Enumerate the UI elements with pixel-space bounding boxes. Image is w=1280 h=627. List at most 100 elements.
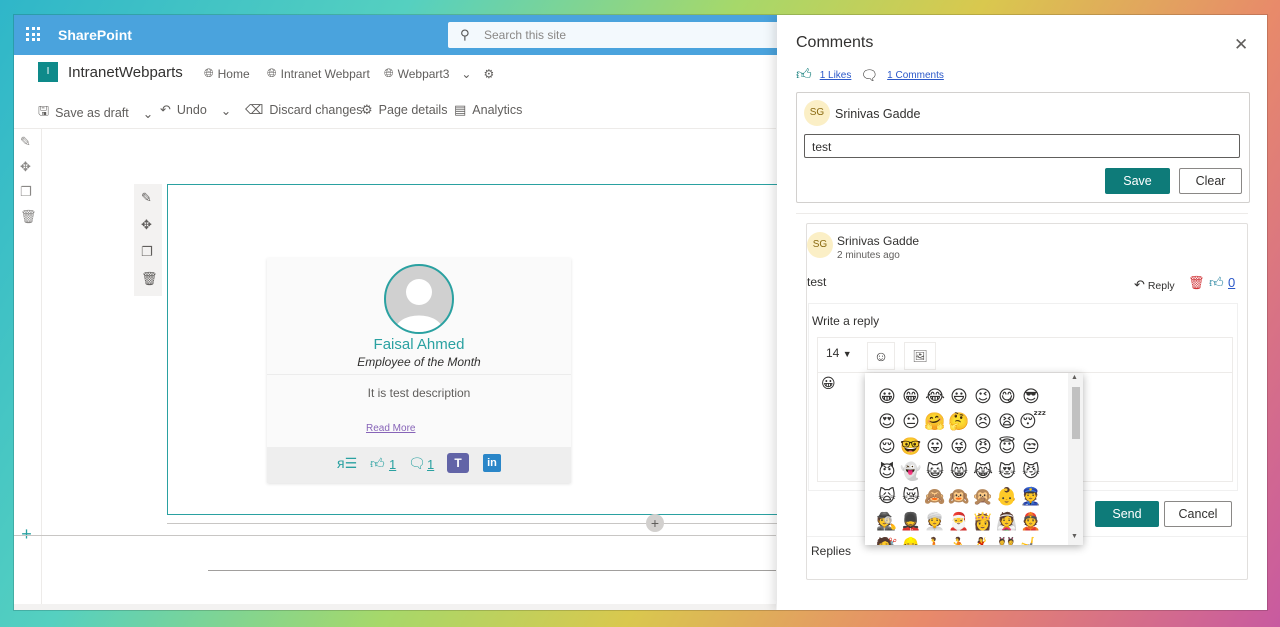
emoji-option[interactable]: 👳 <box>923 510 947 533</box>
edit-webpart-icon[interactable]: ✎ <box>141 190 152 206</box>
people-list-icon[interactable]: ᴙ☰ <box>337 455 357 472</box>
emoji-option[interactable]: 🙉 <box>947 485 971 508</box>
page-details-button[interactable]: ⚙ Page details <box>361 102 447 118</box>
send-button[interactable]: Send <box>1095 501 1159 527</box>
likes-link[interactable]: 1 Likes <box>820 70 852 81</box>
emoji-option[interactable]: 😹 <box>971 460 995 483</box>
emoji-option[interactable]: 🤓 <box>899 435 923 458</box>
emoji-option[interactable]: 👰 <box>995 510 1019 533</box>
comment-icon[interactable]: 🗨︎ <box>408 455 426 472</box>
move-icon[interactable]: ✥ <box>141 217 152 233</box>
emoji-option[interactable]: 😛 <box>923 435 947 458</box>
emoji-option[interactable]: 💇 <box>875 535 899 545</box>
emoji-option[interactable]: 😀 <box>875 385 899 408</box>
teams-icon[interactable]: T <box>447 453 469 473</box>
gear-icon[interactable]: ⚙ <box>483 67 494 81</box>
cancel-button[interactable]: Cancel <box>1164 501 1232 527</box>
emoji-option[interactable]: 😂 <box>923 385 947 408</box>
emoji-option[interactable]: 🎅 <box>947 510 971 533</box>
font-size-select[interactable]: 14 ▼ <box>826 346 860 364</box>
scroll-thumb[interactable] <box>1072 387 1080 439</box>
save-button[interactable]: Save <box>1105 168 1170 194</box>
emoji-option[interactable]: 🤗 <box>923 410 947 433</box>
emoji-option[interactable]: 👶 <box>995 485 1019 508</box>
emoji-option[interactable]: 😎 <box>1019 385 1043 408</box>
close-icon[interactable]: ✕ <box>1234 35 1248 55</box>
nav-item-intranet-webpart[interactable]: 🌐︎ Intranet Webpart <box>267 66 370 81</box>
site-logo[interactable]: I <box>38 62 58 82</box>
reply-button[interactable]: ↶ Reply <box>1134 277 1175 293</box>
read-more-link[interactable]: Read More <box>366 423 415 434</box>
delete-icon[interactable]: 🗑︎ <box>141 271 158 287</box>
emoji-option[interactable]: 🤸 <box>1019 535 1043 545</box>
move-icon[interactable]: ✥ <box>20 159 31 175</box>
like-icon[interactable]: 👍︎ <box>1209 274 1224 291</box>
scroll-down-icon[interactable]: ▼ <box>1071 533 1078 540</box>
emoji-option[interactable]: 🙊 <box>971 485 995 508</box>
nav-item-webpart3[interactable]: 🌐︎ Webpart3 ⌄ ⚙ <box>384 66 494 81</box>
emoji-option[interactable]: 💃 <box>971 535 995 545</box>
discard-changes-button[interactable]: ⌫ Discard changes <box>245 102 363 118</box>
emoji-option[interactable]: 😍 <box>875 410 899 433</box>
emoji-button[interactable]: ☺ <box>867 342 895 370</box>
app-name[interactable]: SharePoint <box>58 27 132 43</box>
like-count[interactable]: 0 <box>1228 275 1235 290</box>
emoji-option[interactable]: 🚶 <box>923 535 947 545</box>
emoji-option[interactable]: 👸 <box>971 510 995 533</box>
save-draft-button[interactable]: 🖫 Save as draft ⌄ <box>38 102 153 124</box>
emoji-option[interactable]: 😉 <box>971 385 995 408</box>
emoji-option[interactable]: 💂 <box>899 510 923 533</box>
comments-link[interactable]: 1 Comments <box>887 70 944 81</box>
scrollbar[interactable]: ▲ ▼ <box>1068 373 1083 545</box>
emoji-option[interactable]: 😺 <box>923 460 947 483</box>
emoji-option[interactable]: 🕵 <box>875 510 899 533</box>
chevron-down-icon[interactable]: ⌄ <box>143 106 153 121</box>
emoji-option[interactable]: 😐 <box>899 410 923 433</box>
scroll-up-icon[interactable]: ▲ <box>1071 374 1078 381</box>
emoji-option[interactable]: 👷 <box>899 535 923 545</box>
emoji-option[interactable]: 😃 <box>947 385 971 408</box>
emoji-option[interactable]: 🙀 <box>875 485 899 508</box>
emoji-option[interactable]: 😼 <box>1019 460 1043 483</box>
emoji-option[interactable]: 😣 <box>971 410 995 433</box>
emoji-option[interactable]: 🤔 <box>947 410 971 433</box>
emoji-option[interactable]: 👮 <box>1019 485 1043 508</box>
chevron-down-icon[interactable]: ⌄ <box>461 67 471 81</box>
analytics-button[interactable]: ▤ Analytics <box>454 102 522 118</box>
emoji-option[interactable]: 😻 <box>995 460 1019 483</box>
emoji-option[interactable]: 😴 <box>1019 410 1046 433</box>
duplicate-icon[interactable]: ❐ <box>141 244 153 260</box>
comment-count[interactable]: 1 <box>427 457 434 472</box>
emoji-option[interactable]: 🏃 <box>947 535 971 545</box>
emoji-option[interactable]: 😫 <box>995 410 1019 433</box>
chevron-down-icon[interactable]: ⌄ <box>221 103 231 118</box>
like-icon[interactable]: 👍︎ <box>370 455 385 472</box>
edit-section-icon[interactable]: ✎ <box>20 134 31 150</box>
emoji-option[interactable]: 😁 <box>899 385 923 408</box>
emoji-option[interactable]: 😇 <box>995 435 1019 458</box>
image-button[interactable]: 🖼︎ <box>904 342 936 370</box>
linkedin-icon[interactable]: in <box>483 454 501 472</box>
emoji-option[interactable]: 😜 <box>947 435 971 458</box>
emoji-option[interactable]: 😠 <box>971 435 995 458</box>
delete-comment-icon[interactable]: 🗑︎ <box>1188 275 1205 291</box>
emoji-option[interactable]: 😸 <box>947 460 971 483</box>
undo-button[interactable]: ↶ Undo ⌄ <box>160 102 231 118</box>
emoji-option[interactable]: 👻 <box>899 460 923 483</box>
like-count[interactable]: 1 <box>389 457 396 472</box>
emoji-option[interactable]: 😌 <box>875 435 899 458</box>
emoji-option[interactable]: 👲 <box>1019 510 1043 533</box>
nav-item-home[interactable]: 🌐︎ Home <box>204 66 250 81</box>
emoji-option[interactable]: 🙈 <box>923 485 947 508</box>
emoji-option[interactable]: 😿 <box>899 485 923 508</box>
emoji-option[interactable]: 😒 <box>1019 435 1043 458</box>
comment-input[interactable]: test <box>804 134 1240 158</box>
app-launcher-icon[interactable] <box>26 27 40 41</box>
emoji-option[interactable]: 😋 <box>995 385 1019 408</box>
site-name[interactable]: IntranetWebparts <box>68 64 183 81</box>
duplicate-icon[interactable]: ❐ <box>20 184 32 200</box>
add-webpart-icon[interactable]: + <box>646 514 664 532</box>
clear-button[interactable]: Clear <box>1179 168 1242 194</box>
search-box[interactable]: ⚲ Search this site <box>448 22 788 48</box>
delete-icon[interactable]: 🗑︎ <box>20 209 37 225</box>
